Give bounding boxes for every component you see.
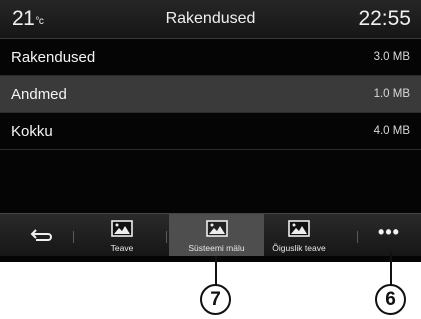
image-icon [205, 220, 228, 237]
list-item-label: Kokku [11, 123, 53, 140]
tab-label: Õiguslik teave [272, 243, 326, 253]
image-icon [288, 220, 310, 237]
list-item-label: Andmed [11, 86, 67, 103]
tab-separator [166, 231, 167, 243]
clock: 22:55 [358, 7, 411, 30]
back-button[interactable] [30, 226, 54, 244]
infotainment-screen: 21°c Rakendused 22:55 Rakendused 3.0 MB … [0, 0, 421, 262]
bottom-tab-bar: Teave Süsteemi mälu Õiguslik teave ••• [0, 213, 421, 256]
more-options-button[interactable]: ••• [376, 222, 402, 248]
list-item-size: 3.0 MB [373, 51, 410, 63]
list-item[interactable]: Rakendused 3.0 MB [0, 39, 421, 76]
list-item[interactable]: Kokku 4.0 MB [0, 113, 421, 150]
storage-list: Rakendused 3.0 MB Andmed 1.0 MB Kokku 4.… [0, 39, 421, 150]
tab-label: Süsteemi mälu [188, 243, 245, 253]
tab-teave[interactable]: Teave [88, 214, 156, 256]
image-icon [111, 220, 133, 237]
callout-number: 7 [200, 284, 231, 315]
tab-label: Teave [110, 243, 134, 253]
callout-leader-line [390, 252, 392, 285]
callout-leader-line [215, 256, 217, 285]
tab-separator [357, 231, 358, 243]
status-bar: 21°c Rakendused 22:55 [0, 0, 421, 39]
back-arrow-icon [30, 229, 52, 241]
tab-separator [73, 231, 74, 243]
callout-number: 6 [375, 284, 406, 315]
list-item-size: 1.0 MB [373, 88, 410, 100]
list-item[interactable]: Andmed 1.0 MB [0, 76, 421, 113]
tab-system-memory[interactable]: Süsteemi mälu [169, 214, 264, 256]
list-item-size: 4.0 MB [373, 125, 410, 137]
tab-legal-info[interactable]: Õiguslik teave [262, 214, 336, 256]
list-item-label: Rakendused [11, 49, 96, 66]
